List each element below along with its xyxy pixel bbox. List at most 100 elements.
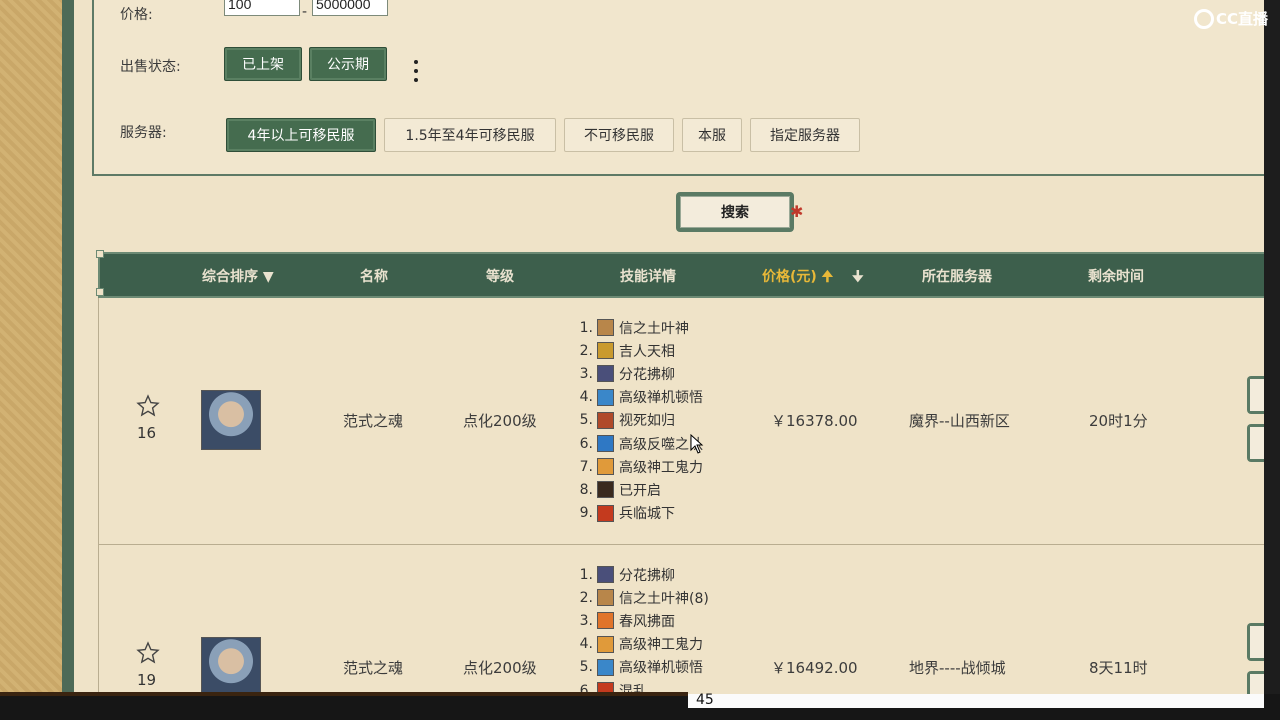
server-this-button[interactable]: 本服 [682, 118, 742, 152]
left-decorative-border [0, 0, 62, 700]
pet-avatar[interactable] [201, 637, 261, 694]
skill-icon[interactable] [597, 435, 614, 453]
table-row: 16 范式之魂 点化200级 1. 信之土叶神 2. 吉人天相 3. 分花拂柳 4. 高级禅机… [99, 298, 1264, 544]
price-min-input[interactable] [224, 0, 300, 16]
clear-icon[interactable]: ✱ [790, 202, 803, 221]
pet-server: 魔界--山西新区 [909, 412, 1010, 430]
pet-name: 范式之魂 [343, 412, 404, 430]
skill-icon[interactable] [597, 342, 614, 360]
pet-name: 范式之魂 [343, 659, 404, 677]
skill-icon[interactable] [597, 589, 614, 607]
skill-icon[interactable] [597, 504, 614, 522]
skill-number: 3. [579, 365, 593, 382]
skill-item: 4. 高级神工鬼力 [575, 633, 709, 656]
more-options-icon[interactable] [414, 60, 418, 84]
view-button[interactable]: 查看 [1247, 671, 1264, 694]
skill-name: 吉人天相 [619, 343, 675, 360]
skill-number: 2. [579, 589, 593, 606]
favorite-star-icon[interactable] [135, 641, 161, 665]
search-button[interactable]: 搜索 [676, 192, 794, 232]
skill-icon[interactable] [597, 635, 614, 653]
pet-price: ￥16492.00 [771, 659, 858, 677]
pet-price: ￥16378.00 [771, 412, 858, 430]
server-4yr-button[interactable]: 4年以上可移民服 [226, 118, 376, 152]
sort-down-icon: ▼ [262, 269, 274, 285]
skill-number: 5. [579, 412, 593, 429]
cc-watermark-text: CC直播 [1216, 10, 1269, 28]
view-button-label: 查看 [1250, 674, 1264, 694]
skill-list: 1. 信之土叶神 2. 吉人天相 3. 分花拂柳 4. 高级禅机顿悟 5. 视死如归 6. 高级反噬之… [575, 316, 703, 525]
price-header-label: 价格(元) [762, 269, 817, 285]
left-green-strip [62, 0, 74, 700]
add-button[interactable]: 加入 [1247, 376, 1264, 414]
skill-item: 5. 高级禅机顿悟 [575, 656, 709, 679]
skill-item: 2. 信之土叶神(8) [575, 586, 709, 609]
search-button-label: 搜索 [680, 196, 790, 228]
skill-name: 春风拂面 [619, 613, 675, 630]
skill-list: 1. 分花拂柳 2. 信之土叶神(8) 3. 春风拂面 4. 高级神工鬼力 5. 高级禅机顿悟 6.… [575, 563, 709, 694]
skill-icon[interactable] [597, 388, 614, 406]
skill-name: 信之土叶神(8) [619, 590, 709, 607]
skill-name: 高级神工鬼力 [619, 459, 703, 476]
skill-name: 高级禅机顿悟 [619, 660, 703, 677]
add-button-label: 加入 [1250, 626, 1264, 658]
price-asc-icon[interactable]: 🠉 [822, 269, 834, 285]
price-dash: - [302, 4, 308, 20]
skill-icon[interactable] [597, 458, 614, 476]
price-desc-icon[interactable]: 🠋 [852, 266, 864, 290]
server-1-5yr-button[interactable]: 1.5年至4年可移民服 [384, 118, 556, 152]
skill-number: 4. [579, 636, 593, 653]
skill-icon[interactable] [597, 612, 614, 630]
skill-item: 9. 兵临城下 [575, 502, 703, 525]
skill-icon[interactable] [597, 481, 614, 499]
bottom-edge-line [0, 692, 688, 696]
skill-item: 1. 分花拂柳 [575, 563, 709, 586]
skill-icon[interactable] [597, 319, 614, 337]
server-no-migrate-button[interactable]: 不可移民服 [564, 118, 674, 152]
skill-number: 5. [579, 659, 593, 676]
skill-name: 高级禅机顿悟 [619, 390, 703, 407]
skill-item: 8. 已开启 [575, 478, 703, 501]
skill-item: 6. 高级反噬之队 [575, 432, 703, 455]
price-label: 价格: [120, 7, 153, 23]
skill-number: 6. [579, 435, 593, 452]
server-specified-button[interactable]: 指定服务器 [750, 118, 860, 152]
pet-time-left: 8天11时 [1089, 659, 1148, 677]
view-button[interactable]: 查看 [1247, 424, 1264, 462]
skill-number: 1. [579, 319, 593, 336]
skill-item: 7. 高级神工鬼力 [575, 455, 703, 478]
results-table: 16 范式之魂 点化200级 1. 信之土叶神 2. 吉人天相 3. 分花拂柳 4. 高级禅机… [98, 298, 1264, 694]
price-max-input[interactable] [312, 0, 388, 16]
pet-time-left: 20时1分 [1089, 412, 1148, 430]
favorite-star-icon[interactable] [135, 394, 161, 418]
pet-level: 点化200级 [463, 659, 537, 677]
add-button[interactable]: 加入 [1247, 623, 1264, 661]
skill-icon[interactable] [597, 566, 614, 584]
sort-header-label: 综合排序 [202, 269, 258, 285]
status-label: 出售状态: [120, 59, 181, 75]
view-button-label: 查看 [1250, 427, 1264, 459]
cc-logo-icon [1194, 8, 1214, 29]
status-public-button[interactable]: 公示期 [309, 47, 387, 81]
server-label: 服务器: [120, 125, 167, 141]
skill-name: 分花拂柳 [619, 567, 675, 584]
skill-item: 3. 分花拂柳 [575, 362, 703, 385]
header-corner-deco [96, 288, 104, 296]
skill-icon[interactable] [597, 658, 614, 676]
skill-icon[interactable] [597, 411, 614, 429]
status-listed-button[interactable]: 已上架 [224, 47, 302, 81]
skill-name: 信之土叶神 [619, 320, 689, 337]
mouse-cursor-icon [690, 434, 704, 454]
skill-item: 5. 视死如归 [575, 409, 703, 432]
skill-item: 3. 春风拂面 [575, 609, 709, 632]
pet-avatar[interactable] [201, 390, 261, 450]
pet-level: 点化200级 [463, 412, 537, 430]
skill-icon[interactable] [597, 365, 614, 383]
price-header[interactable]: 价格(元) 🠉 [762, 266, 833, 290]
name-header: 名称 [360, 269, 388, 285]
filter-panel: 价格: - 出售状态: 已上架 公示期 服务器: 4年以上可移民服 1.5年至4… [92, 0, 1264, 176]
sort-header[interactable]: 综合排序 ▼ [202, 266, 274, 286]
skills-header: 技能详情 [620, 269, 676, 285]
favorite-count: 19 [137, 671, 157, 689]
skill-number: 9. [579, 505, 593, 522]
